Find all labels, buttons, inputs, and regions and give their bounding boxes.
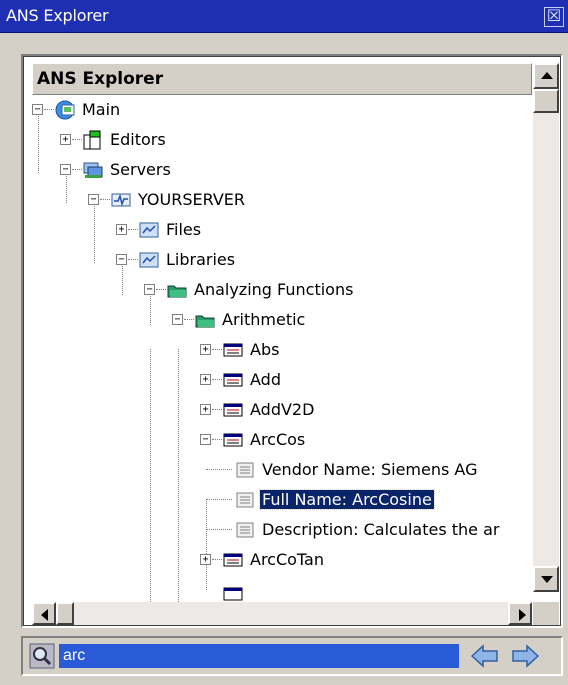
property-icon <box>236 522 254 538</box>
scroll-up-button[interactable] <box>533 63 559 89</box>
tree-line <box>206 469 232 470</box>
tree-node-label: Vendor Name: Siemens AG <box>262 460 478 479</box>
tree-line <box>156 289 166 290</box>
collapse-toggle[interactable]: − <box>172 314 183 325</box>
tree-node-label: Analyzing Functions <box>194 280 354 299</box>
expand-toggle[interactable]: + <box>200 374 211 385</box>
servers-icon <box>83 162 103 178</box>
tree-header-label: ANS Explorer <box>37 69 164 89</box>
search-input[interactable] <box>59 644 459 668</box>
tree-line <box>206 499 207 590</box>
tree-node-label: Description: Calculates the ar <box>262 520 500 539</box>
tree-header[interactable]: ANS Explorer <box>32 63 532 95</box>
tree-line <box>94 199 95 263</box>
tree-node-label: ArcCoTan <box>250 550 324 569</box>
collapse-toggle[interactable]: − <box>144 284 155 295</box>
next-result-button[interactable] <box>509 642 541 670</box>
tree-line <box>212 559 222 560</box>
close-icon: ☒ <box>546 6 562 25</box>
tree-panel: ANS Explorer − Main + Editors − Servers … <box>21 54 563 628</box>
tree-line <box>150 349 151 602</box>
property-icon <box>236 492 254 508</box>
tree-line <box>206 499 232 500</box>
tree-line <box>72 139 82 140</box>
expand-toggle[interactable]: + <box>116 224 127 235</box>
arrow-left-icon <box>41 609 48 621</box>
tree-line <box>212 409 222 410</box>
folder-icon <box>167 285 187 298</box>
tree-line <box>184 319 194 320</box>
tree-node-label: Add <box>250 370 281 389</box>
tree-area: − Main + Editors − Servers − YOURSERVER … <box>32 96 532 602</box>
tree-node-label: Servers <box>110 160 171 179</box>
tree-line <box>212 349 222 350</box>
scroll-down-button[interactable] <box>533 566 559 592</box>
tree-line <box>128 229 138 230</box>
tree-line <box>206 529 232 530</box>
function-icon <box>223 373 243 387</box>
previous-result-button[interactable] <box>469 642 501 670</box>
property-icon <box>236 462 254 478</box>
tree-line <box>128 259 138 260</box>
function-icon <box>223 553 243 567</box>
arrow-right-icon <box>519 609 526 621</box>
collapse-toggle[interactable]: − <box>88 194 99 205</box>
files-icon <box>139 222 159 238</box>
horizontal-scroll-thumb[interactable] <box>56 602 74 625</box>
function-icon <box>223 403 243 417</box>
tree-node-label: Abs <box>250 340 280 359</box>
tree-line <box>178 349 179 602</box>
collapse-toggle[interactable]: − <box>116 254 127 265</box>
collapse-toggle[interactable]: − <box>200 434 211 445</box>
scroll-right-button[interactable] <box>508 602 532 625</box>
editors-icon <box>83 130 101 150</box>
folder-icon <box>195 315 215 328</box>
tree-line <box>44 109 54 110</box>
arrow-down-icon <box>541 576 553 583</box>
main-icon <box>55 100 75 120</box>
function-icon <box>223 343 243 357</box>
search-icon[interactable] <box>29 643 55 669</box>
expand-toggle[interactable]: + <box>200 344 211 355</box>
function-icon <box>223 433 243 447</box>
collapse-toggle[interactable]: − <box>60 164 71 175</box>
expand-toggle[interactable]: + <box>200 554 211 565</box>
tree-line <box>100 199 110 200</box>
close-button[interactable]: ☒ <box>544 7 564 27</box>
scroll-left-button[interactable] <box>32 602 56 625</box>
tree-node-label: AddV2D <box>250 400 315 419</box>
tree-node-label: ArcCos <box>250 430 306 449</box>
tree-node-label: Arithmetic <box>222 310 306 329</box>
vertical-scrollbar[interactable] <box>533 63 559 592</box>
tree-view: ANS Explorer − Main + Editors − Servers … <box>23 56 561 626</box>
tree-node-label: Files <box>166 220 202 239</box>
expand-toggle[interactable]: + <box>200 404 211 415</box>
function-icon <box>223 587 243 601</box>
tree-line <box>38 109 39 173</box>
ans-explorer-window: ANS Explorer ☒ ANS Explorer − Main + Edi… <box>0 0 568 685</box>
tree-node-label: Libraries <box>166 250 236 269</box>
title-bar[interactable]: ANS Explorer ☒ <box>0 0 568 33</box>
scrollbar-corner <box>533 602 559 625</box>
search-bar <box>21 636 563 676</box>
expand-toggle[interactable]: + <box>60 134 71 145</box>
tree-node-label: YOURSERVER <box>138 190 245 209</box>
tree-node-label-selected: Full Name: ArcCosine <box>259 489 435 510</box>
horizontal-scrollbar[interactable] <box>32 602 532 625</box>
vertical-scroll-thumb[interactable] <box>533 89 559 113</box>
tree-line <box>212 439 222 440</box>
arrow-up-icon <box>541 72 553 79</box>
tree-line <box>72 169 82 170</box>
server-icon <box>111 193 131 207</box>
collapse-toggle[interactable]: − <box>32 104 43 115</box>
tree-line <box>212 379 222 380</box>
libraries-icon <box>139 252 159 268</box>
tree-node-label: Main <box>82 100 121 119</box>
tree-node-label: Editors <box>110 130 166 149</box>
window-title: ANS Explorer <box>6 6 109 25</box>
